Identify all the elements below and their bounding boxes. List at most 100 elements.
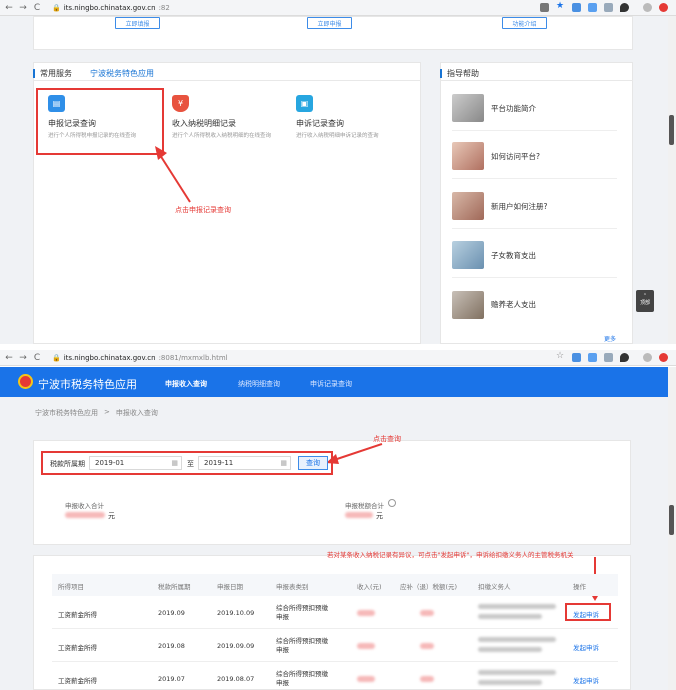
cell-item: 工资薪金所得 <box>58 611 97 619</box>
col-header: 申报表类别 <box>276 583 309 591</box>
fill-now-button[interactable]: 立即填报 <box>115 17 160 29</box>
address-bar[interactable]: 🔒 its.ningbo.chinatax.gov.cn:82 <box>52 4 170 12</box>
cell-date: 2019.08.07 <box>217 675 255 683</box>
tab-common-services[interactable]: 常用服务 <box>33 68 72 79</box>
cell-type: 综合所得预扣预缴申报 <box>276 670 328 687</box>
tax-emblem-icon <box>18 374 33 389</box>
browser-toolbar-top: ← → C 🔒 its.ningbo.chinatax.gov.cn:82 ★ <box>0 0 676 16</box>
help-title-label: 指导帮助 <box>447 69 479 78</box>
info-icon[interactable] <box>388 499 396 507</box>
cell-item: 工资薪金所得 <box>58 644 97 652</box>
back-to-top-button[interactable]: ⌃ 顶部 <box>636 290 654 312</box>
redacted-tax <box>420 610 434 616</box>
cell-period: 2019.09 <box>158 609 185 617</box>
declare-now-button[interactable]: 立即申报 <box>307 17 352 29</box>
service-income-details[interactable]: ¥ 收入纳税明细记录 进行个人所得税收入纳税明细的在线查询 <box>172 95 297 140</box>
query-button[interactable]: 查询 <box>298 456 328 470</box>
service-title: 申报记录查询 <box>48 119 96 128</box>
yuan-shield-icon: ¥ <box>172 95 189 112</box>
extension-icon[interactable] <box>572 353 581 362</box>
extension-icon[interactable] <box>604 3 613 12</box>
help-item-label: 子女教育支出 <box>491 250 536 260</box>
appeal-link[interactable]: 发起申诉 <box>573 642 599 652</box>
redacted-withholder <box>478 670 556 675</box>
nav-tax-details[interactable]: 纳税明细查询 <box>238 379 280 389</box>
period-to-value: 2019-11 <box>204 459 234 467</box>
breadcrumb-home[interactable]: 宁波市税务特色应用 <box>35 408 98 418</box>
extension-icon[interactable] <box>620 3 629 12</box>
help-item[interactable]: 平台功能简介 <box>452 86 617 131</box>
service-title: 收入纳税明细记录 <box>172 119 236 128</box>
extension-icon[interactable] <box>588 3 597 12</box>
address-bar[interactable]: 🔒 its.ningbo.chinatax.gov.cn:8081/mxmxlb… <box>52 354 228 362</box>
reload-icon[interactable]: C <box>32 3 42 13</box>
service-declare-records[interactable]: ▤ 申报记录查询 进行个人所得税申报记录的在线查询 <box>48 95 173 140</box>
reload-icon[interactable]: C <box>32 353 42 363</box>
col-header: 收入(元) <box>357 583 382 591</box>
thumbnail-image <box>452 192 484 220</box>
thumbnail-image <box>452 142 484 170</box>
key-icon[interactable] <box>540 3 549 12</box>
divider <box>33 80 421 81</box>
help-item[interactable]: 如何访问平台? <box>452 134 617 179</box>
cell-item: 工资薪金所得 <box>58 677 97 685</box>
thumbnail-image <box>452 94 484 122</box>
scrollbar-thumb[interactable] <box>669 505 674 535</box>
back-icon[interactable]: ← <box>4 3 14 13</box>
url-host: its.ningbo.chinatax.gov.cn <box>63 3 156 12</box>
help-item-label: 赡养老人支出 <box>491 300 536 309</box>
redacted-withholder <box>478 647 542 652</box>
service-desc: 进行个人所得税收入纳税明细的在线查询 <box>172 133 272 139</box>
nav-appeal-records[interactable]: 申诉记录查询 <box>310 379 352 389</box>
redacted-withholder <box>478 614 542 619</box>
to-separator: 至 <box>187 460 194 468</box>
nav-declare-income[interactable]: 申报收入查询 <box>165 379 207 389</box>
col-header: 税款所属期 <box>158 583 191 591</box>
appeal-link[interactable]: 发起申诉 <box>573 609 599 619</box>
service-desc: 进行收入纳税明细申诉记录的查询 <box>296 133 379 139</box>
col-header: 扣缴义务人 <box>478 583 511 591</box>
redacted-withholder <box>478 637 556 642</box>
help-item[interactable]: 新用户如何注册? <box>452 184 617 229</box>
table-row <box>52 597 618 629</box>
star-icon[interactable]: ☆ <box>556 351 565 361</box>
breadcrumb-current: 申报收入查询 <box>115 409 158 417</box>
forward-icon[interactable]: → <box>18 3 28 13</box>
help-item[interactable]: 赡养老人支出 <box>452 282 617 327</box>
service-appeal-records[interactable]: ▣ 申诉记录查询 进行收入纳税明细申诉记录的查询 <box>296 95 421 140</box>
profile-icon[interactable] <box>643 353 652 362</box>
opera-icon[interactable] <box>659 353 668 362</box>
annotation-arrow <box>155 146 191 203</box>
more-link[interactable]: 更多 <box>604 334 616 343</box>
profile-icon[interactable] <box>643 3 652 12</box>
browser-toolbar-bottom: ← → C 🔒 its.ningbo.chinatax.gov.cn:8081/… <box>0 350 676 366</box>
appeal-link[interactable]: 发起申诉 <box>573 675 599 685</box>
help-item[interactable]: 子女教育支出 <box>452 233 617 278</box>
table-row <box>52 663 618 690</box>
star-icon[interactable]: ★ <box>556 1 565 11</box>
forward-icon[interactable]: → <box>18 353 28 363</box>
col-header: 操作 <box>573 583 586 591</box>
sum-income-label: 申报收入合计 <box>65 502 104 510</box>
feature-intro-button[interactable]: 功能介绍 <box>502 17 547 29</box>
period-from-input[interactable]: 2019-01 ▦ <box>89 456 182 470</box>
extension-icon[interactable] <box>588 353 597 362</box>
period-to-input[interactable]: 2019-11 ▦ <box>198 456 291 470</box>
annotation-text: 点击申报记录查询 <box>175 206 231 214</box>
annotation-appeal: 若对某条收入纳税记录有异议，可点击"发起申诉"，申诉给扣缴义务人的主管税务机关 <box>327 551 574 559</box>
search-document-icon: ▣ <box>296 95 313 112</box>
opera-icon[interactable] <box>659 3 668 12</box>
scrollbar-thumb[interactable] <box>669 115 674 145</box>
redacted-withholder <box>478 604 556 609</box>
lock-icon: 🔒 <box>52 353 61 362</box>
back-to-top-label: 顶部 <box>639 300 650 306</box>
scrollbar[interactable] <box>668 16 676 344</box>
extension-icon[interactable] <box>604 353 613 362</box>
tab-label: 常用服务 <box>40 69 72 78</box>
period-from-value: 2019-01 <box>95 459 125 467</box>
extension-icon[interactable] <box>620 353 629 362</box>
back-icon[interactable]: ← <box>4 353 14 363</box>
cell-type: 综合所得预扣预缴申报 <box>276 604 328 621</box>
sum-tax-label: 申报税额合计 <box>345 502 384 510</box>
extension-icon[interactable] <box>572 3 581 12</box>
